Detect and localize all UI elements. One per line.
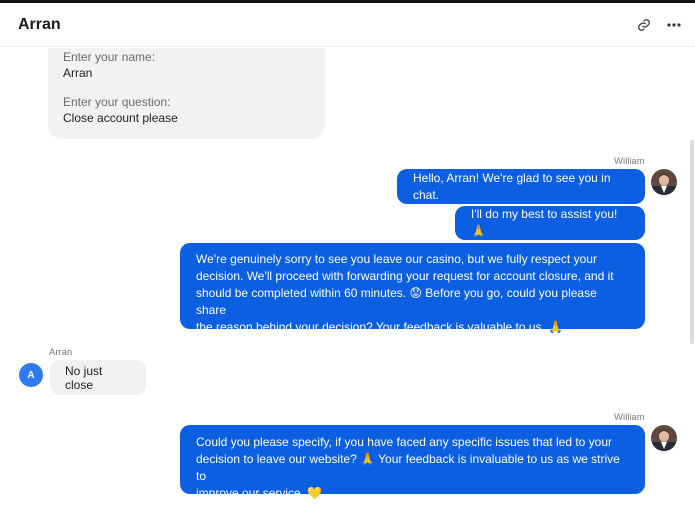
agent-message: We're genuinely sorry to see you leave o… xyxy=(180,243,645,334)
name-label: Enter your name: xyxy=(63,50,156,64)
agent-avatar xyxy=(651,169,677,195)
agent-avatar xyxy=(651,425,677,451)
agent-sender-name: William xyxy=(614,156,645,167)
user-avatar: A xyxy=(19,363,43,387)
link-icon[interactable] xyxy=(633,14,655,36)
agent-message-text: I'll do my best to assist you! 🙏 xyxy=(471,207,618,238)
chat-scrollbar[interactable] xyxy=(690,140,694,344)
agent-message-line: decision. We'll proceed with forwarding … xyxy=(196,269,614,283)
user-message: No just close xyxy=(50,360,146,395)
agent-message-line: decision to leave our website? 🙏 Your fe… xyxy=(196,452,620,483)
agent-message-text: Hello, Arran! We're glad to see you in c… xyxy=(413,170,611,202)
agent-message-line: the reason behind your decision? Your fe… xyxy=(196,320,564,334)
user-message-text: No just close xyxy=(65,363,103,392)
agent-message-line: We're genuinely sorry to see you leave o… xyxy=(196,252,597,266)
chat-header: Arran xyxy=(0,3,695,47)
question-label: Enter your question: xyxy=(63,95,171,109)
agent-message-line: should be completed within 60 minutes. 😟… xyxy=(196,286,597,317)
name-value: Arran xyxy=(63,66,93,80)
question-value: Close account please xyxy=(63,111,178,125)
agent-message: I'll do my best to assist you! 🙏 xyxy=(455,206,645,240)
chat-message-area[interactable]: Enter your name: Arran Enter your questi… xyxy=(0,48,695,512)
agent-message-line: Could you please specify, if you have fa… xyxy=(196,435,613,449)
prechat-form-card: Enter your name: Arran Enter your questi… xyxy=(48,48,325,139)
agent-sender-name: William xyxy=(614,412,645,423)
more-horizontal-icon[interactable] xyxy=(663,14,685,36)
user-sender-name: Arran xyxy=(49,347,73,358)
agent-message: Hello, Arran! We're glad to see you in c… xyxy=(397,169,645,204)
chat-title: Arran xyxy=(18,16,61,33)
agent-message-line: improve our service. 💛 xyxy=(196,486,323,500)
agent-message: Could you please specify, if you have fa… xyxy=(180,425,645,500)
